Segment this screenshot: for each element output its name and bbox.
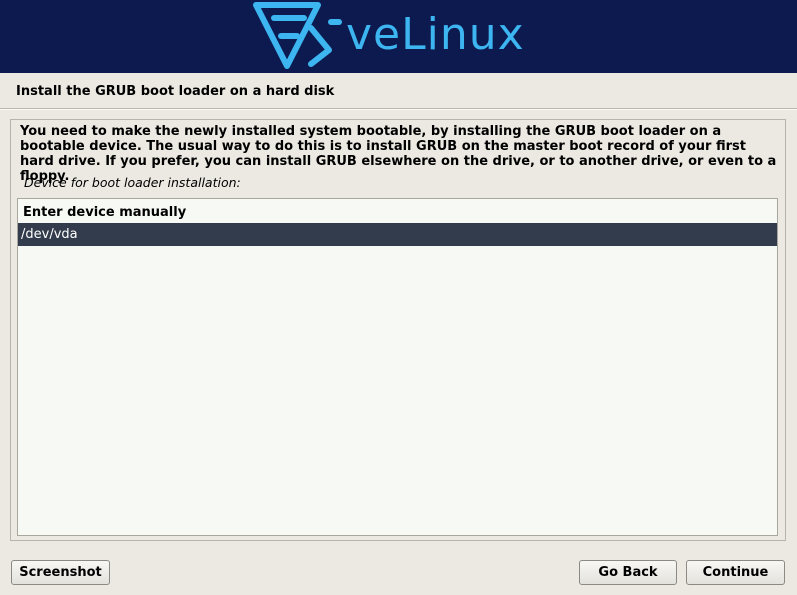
velinux-logo-icon [253, 2, 342, 69]
title-divider [0, 108, 797, 110]
continue-button[interactable]: Continue [686, 560, 785, 585]
go-back-button[interactable]: Go Back [579, 560, 677, 585]
header-banner: veLinux [0, 0, 797, 73]
screenshot-button[interactable]: Screenshot [11, 560, 110, 585]
list-item-enter-manually[interactable]: Enter device manually [18, 201, 777, 224]
page-title: Install the GRUB boot loader on a hard d… [16, 84, 335, 99]
device-field-label: Device for boot loader installation: [24, 175, 241, 190]
boot-device-list[interactable]: Enter device manually /dev/vda [17, 198, 778, 536]
brand-name: veLinux [346, 9, 525, 60]
list-item-dev-vda[interactable]: /dev/vda [18, 223, 777, 246]
